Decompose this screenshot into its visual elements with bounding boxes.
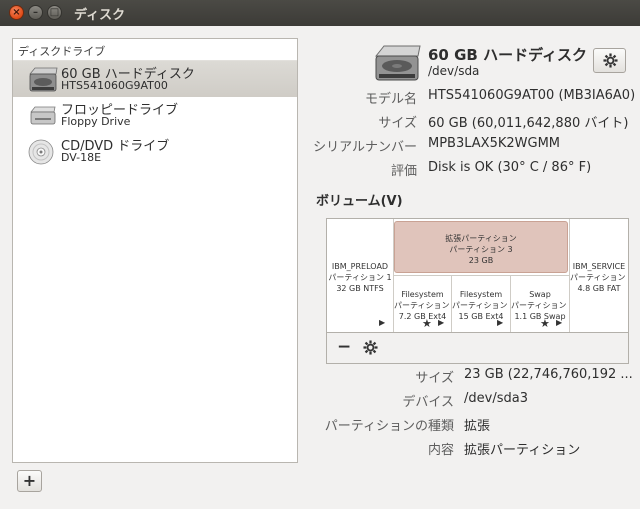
star-icon: ★ — [422, 317, 432, 330]
drive-item-optical[interactable]: CD/DVD ドライブ DV-18E — [13, 133, 297, 169]
volume-toolbar: − — [327, 332, 628, 363]
maximize-icon: □ — [49, 7, 60, 18]
partition-ibm-preload[interactable]: IBM_PRELOAD パーティション 1 32 GB NTFS — [327, 261, 393, 294]
volume-grid: IBM_PRELOAD パーティション 1 32 GB NTFS ▶ 拡張パーテ… — [327, 219, 628, 332]
model-value: HTS541060G9AT00 (MB3IA6A0) — [428, 88, 636, 103]
partition-type-label: パーティションの種類 — [324, 419, 454, 434]
partition-number: パーティション 6 — [511, 301, 569, 310]
drive-model: Floppy Drive — [61, 115, 131, 128]
drive-list-header: ディスクドライブ — [13, 39, 297, 61]
title-bar: × – □ ディスク — [0, 0, 640, 26]
add-button[interactable]: + — [17, 470, 42, 492]
partition-type-value: 拡張 — [464, 419, 491, 434]
disk-title: 60 GB ハードディスク — [428, 46, 588, 64]
gear-icon — [603, 53, 618, 68]
contents-value: 拡張パーティション — [464, 443, 581, 458]
volume-map: IBM_PRELOAD パーティション 1 32 GB NTFS ▶ 拡張パーテ… — [326, 218, 629, 364]
floppy-icon — [30, 106, 56, 125]
partition-label: IBM_SERVICE — [572, 262, 626, 271]
play-icon: ▶ — [379, 318, 386, 327]
volume-size-label: サイズ — [415, 371, 454, 386]
drive-item-hdd[interactable]: 60 GB ハードディスク HTS541060G9AT00 — [13, 61, 297, 97]
hdd-icon — [29, 67, 58, 92]
contents-label: 内容 — [427, 443, 454, 458]
play-icon: ▶ — [497, 318, 504, 327]
serial-label: シリアルナンバー — [313, 140, 417, 155]
minimize-window-button[interactable]: – — [28, 5, 43, 20]
partition-number: パーティション 3 — [449, 245, 513, 254]
model-label: モデル名 — [364, 92, 417, 107]
optical-disc-icon — [28, 139, 54, 165]
close-window-button[interactable]: × — [9, 5, 24, 20]
assessment-value: Disk is OK (30° C / 86° F) — [428, 160, 592, 175]
partition-label: Filesystem — [401, 290, 444, 299]
close-icon: × — [12, 7, 21, 18]
partition-size: 32 GB NTFS — [336, 284, 384, 293]
partition-extended[interactable]: 拡張パーティション パーティション 3 23 GB — [394, 221, 568, 273]
drive-model: HTS541060G9AT00 — [61, 79, 168, 92]
drive-model: DV-18E — [61, 151, 102, 164]
volume-size-value: 23 GB (22,746,760,192 ... — [464, 367, 633, 382]
disk-settings-button[interactable] — [593, 48, 626, 73]
drive-list: ディスクドライブ 60 GB ハードディスク HTS541060G9AT00 フ… — [12, 38, 298, 463]
star-icon: ★ — [540, 317, 550, 330]
partition-number: パーティション 2 — [570, 273, 628, 282]
hdd-large-icon — [374, 45, 421, 81]
volume-device-value: /dev/sda3 — [464, 391, 528, 406]
drive-item-floppy[interactable]: フロッピードライブ Floppy Drive — [13, 97, 297, 133]
delete-partition-button[interactable]: − — [337, 337, 351, 357]
disk-device: /dev/sda — [428, 64, 480, 78]
volume-device-label: デバイス — [402, 395, 454, 410]
partition-label: IBM_PRELOAD — [331, 262, 389, 271]
serial-value: MPB3LAX5K2WGMM — [428, 136, 561, 151]
window-title: ディスク — [74, 8, 126, 23]
play-icon: ▶ — [556, 318, 563, 327]
partition-size: 4.8 GB FAT — [577, 284, 621, 293]
size-label: サイズ — [378, 116, 417, 131]
size-value: 60 GB (60,011,642,880 バイト) — [428, 116, 629, 131]
partition-ibm-service[interactable]: IBM_SERVICE パーティション 2 4.8 GB FAT — [570, 261, 628, 294]
maximize-window-button[interactable]: □ — [47, 5, 62, 20]
partition-number: パーティション 5 — [452, 301, 510, 310]
partition-label: Filesystem — [459, 290, 503, 299]
volumes-heading: ボリューム(V) — [316, 194, 403, 209]
play-icon: ▶ — [438, 318, 445, 327]
partition-number: パーティション 7 — [394, 301, 451, 310]
partition-label: Swap — [529, 290, 551, 299]
partition-number: パーティション 1 — [328, 273, 392, 282]
minimize-icon: – — [33, 7, 38, 18]
partition-size: 23 GB — [468, 256, 494, 265]
partition-label: 拡張パーティション — [445, 234, 517, 243]
assessment-label: 評価 — [390, 164, 417, 179]
partition-settings-button[interactable] — [363, 340, 378, 355]
